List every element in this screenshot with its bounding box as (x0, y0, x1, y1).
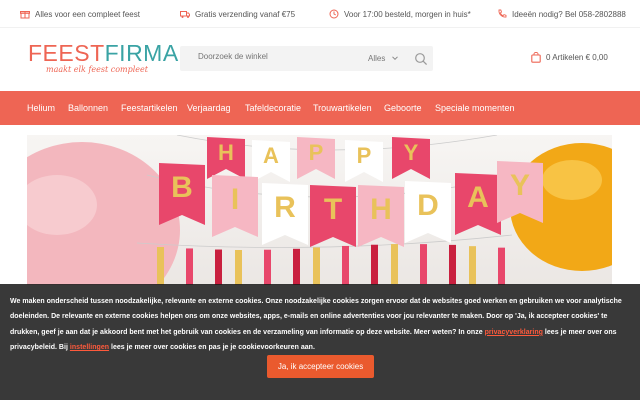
chevron-down-icon[interactable] (391, 54, 399, 62)
tassel-garland (157, 244, 505, 285)
phone-icon (497, 9, 507, 19)
hero-banner[interactable]: HAPPY BIRTHDAY (27, 135, 612, 285)
main-nav: Helium Ballonnen Feestartikelen Verjaard… (0, 91, 640, 125)
nav-item-feestartikelen[interactable]: Feestartikelen (121, 91, 178, 125)
bunting-letter: B (171, 171, 193, 204)
bunting-letter: Y (510, 169, 530, 202)
usp-bar: Alles voor een compleet feest Gratis ver… (0, 0, 640, 28)
search-category-select[interactable]: Alles (368, 54, 385, 63)
balloon-highlight (542, 160, 602, 200)
bunting-letter: H (218, 140, 234, 165)
usp-item: Voor 17:00 besteld, morgen in huis* (329, 0, 471, 28)
cookie-settings-link[interactable]: instellingen (70, 344, 109, 351)
nav-item-geboorte[interactable]: Geboorte (384, 91, 422, 125)
accept-cookies-button[interactable]: Ja, ik accepteer cookies (267, 355, 374, 378)
logo-tagline: maakt elk feest compleet (46, 65, 148, 74)
tassel (215, 249, 222, 285)
bunting-letter: A (467, 181, 489, 214)
nav-item-trouwartikelen[interactable]: Trouwartikelen (313, 91, 372, 125)
truck-icon (180, 9, 190, 19)
tassel (449, 244, 456, 285)
tassel (420, 244, 427, 285)
gift-icon (20, 9, 30, 19)
tassel (498, 247, 505, 285)
logo-wordmark: FEESTFIRMA (28, 40, 179, 66)
bunting-letter: H (370, 193, 392, 226)
search-bar: Alles (180, 46, 433, 71)
hero-image: HAPPY BIRTHDAY (27, 135, 612, 285)
bunting-letter: R (274, 191, 296, 224)
tassel (313, 247, 320, 285)
tassel (391, 244, 398, 285)
tassel (235, 249, 242, 285)
usp-text: Alles voor een compleet feest (35, 9, 140, 19)
usp-text: Voor 17:00 besteld, morgen in huis* (344, 9, 471, 19)
tassel (186, 248, 193, 285)
usp-item: Ideeën nodig? Bel 058-2802888 (497, 0, 626, 28)
tassel (157, 247, 164, 285)
bunting-letter: T (324, 193, 342, 226)
bunting-letter: P (357, 143, 372, 168)
cart-button[interactable]: 0 Artikelen € 0,00 (531, 52, 608, 63)
nav-item-ballonnen[interactable]: Ballonnen (68, 91, 108, 125)
bunting-letter: D (417, 189, 439, 222)
search-input[interactable] (198, 52, 348, 61)
nav-item-verjaardag[interactable]: Verjaardag (187, 91, 231, 125)
search-icon[interactable] (414, 52, 428, 66)
bunting-letter: A (263, 143, 279, 168)
tassel (293, 248, 300, 285)
bunting-letter: I (231, 183, 239, 216)
tassel (371, 244, 378, 285)
nav-item-tafeldecoratie[interactable]: Tafeldecoratie (245, 91, 301, 125)
nav-item-speciale-momenten[interactable]: Speciale momenten (435, 91, 515, 125)
usp-text: Gratis verzending vanaf €75 (195, 9, 296, 19)
cart-summary: 0 Artikelen € 0,00 (546, 53, 608, 62)
tassel (264, 249, 271, 285)
cookie-banner: We maken onderscheid tussen noodzakelijk… (0, 284, 640, 400)
cookie-text: We maken onderscheid tussen noodzakelijk… (10, 294, 630, 356)
logo[interactable]: FEESTFIRMA maakt elk feest compleet (28, 40, 179, 75)
privacy-statement-link[interactable]: privacyverklaring (485, 329, 543, 336)
usp-item: Alles voor een compleet feest (20, 0, 140, 28)
usp-item: Gratis verzending vanaf €75 (180, 0, 295, 28)
bunting-letter: P (309, 140, 324, 165)
cookie-text-part: lees je meer over cookies en pas je je c… (109, 344, 315, 352)
nav-item-helium[interactable]: Helium (27, 91, 55, 125)
logo-part-firma: FIRMA (104, 40, 179, 66)
shopping-bag-icon (531, 52, 541, 63)
bunting-letter: Y (404, 140, 419, 165)
clock-icon (329, 9, 339, 19)
usp-text: Ideeën nodig? Bel 058-2802888 (512, 9, 626, 19)
logo-part-feest: FEEST (28, 40, 105, 66)
tassel (469, 246, 476, 285)
tassel (342, 245, 349, 285)
bunting-top: HAPPY (207, 137, 430, 182)
